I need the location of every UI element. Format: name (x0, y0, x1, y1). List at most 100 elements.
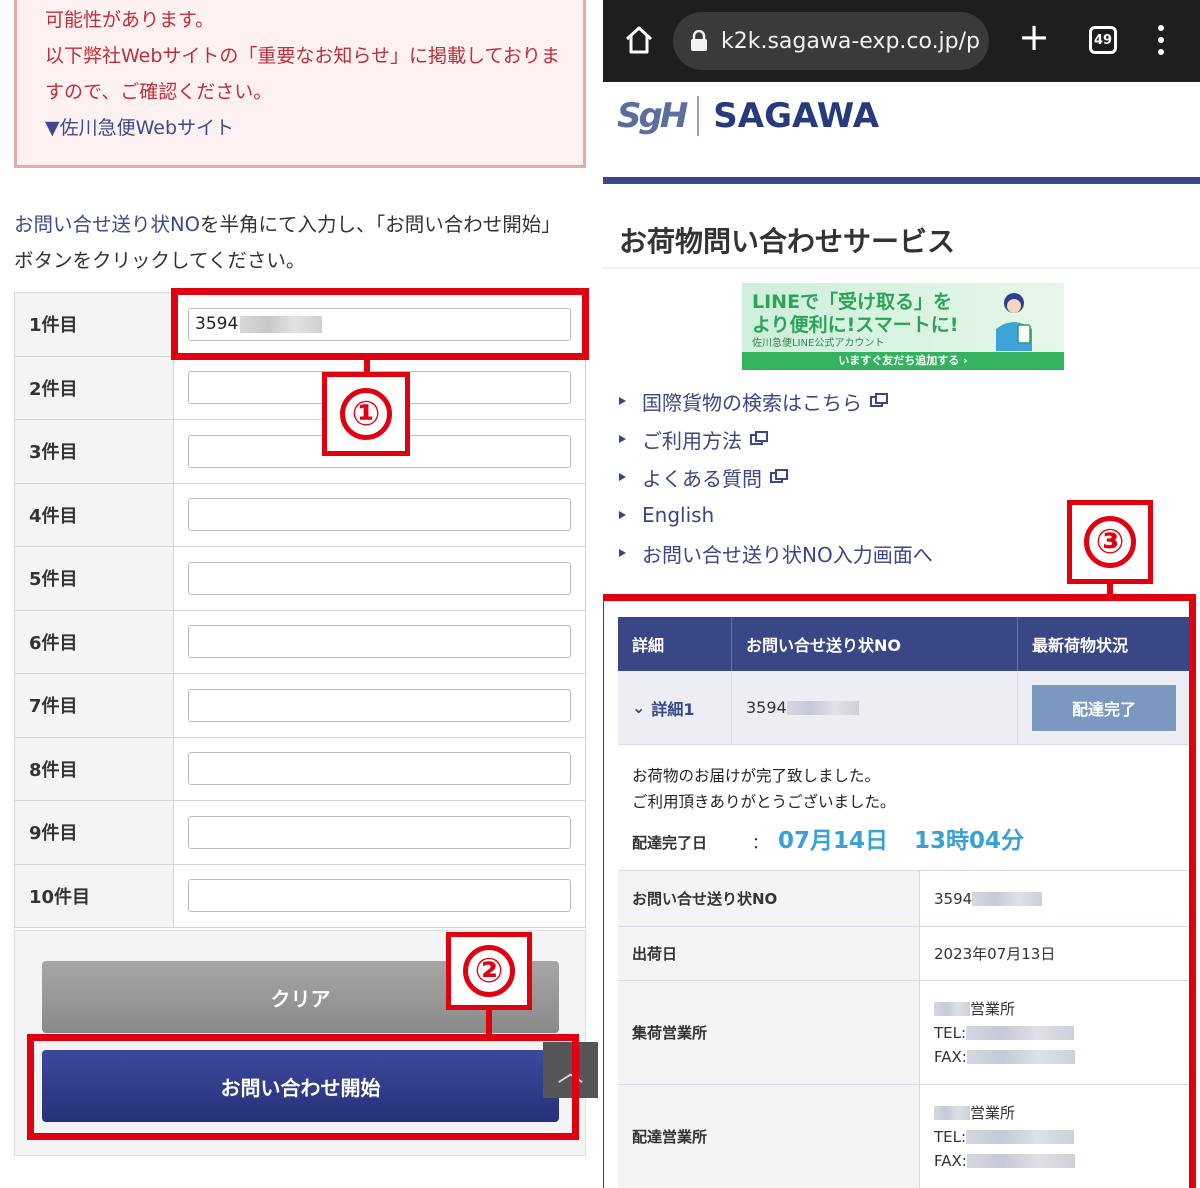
tab-switcher-icon[interactable]: 49 (1089, 26, 1117, 54)
browser-toolbar: k2k.sagawa-exp.co.jp/p. + 49 (603, 0, 1200, 82)
link-input-screen[interactable]: お問い合せ送り状NO入力画面へ (619, 534, 933, 572)
row-label: 5件目 (14, 547, 174, 610)
tab-count: 49 (1093, 32, 1113, 48)
notice-line-3: すので、ご確認ください。 (45, 81, 273, 103)
delivery-office-name: 営業所 (970, 1103, 1016, 1122)
callout-3-number: ③ (1084, 516, 1136, 568)
info-key: 集荷営業所 (618, 981, 920, 1084)
ship-date-value: 2023年07月13日 (934, 944, 1056, 963)
form-row: 5件目 (14, 547, 586, 611)
logo-divider (697, 96, 700, 136)
redacted-digits (240, 315, 323, 333)
fax-label: FAX: (934, 1047, 967, 1066)
info-row-ship-date: 出荷日 2023年07月13日 (618, 927, 1189, 981)
info-key: お問い合せ送り状NO (618, 871, 920, 926)
link-faq[interactable]: よくある質問 (619, 458, 933, 496)
sagawa-website-link[interactable]: ▼佐川急便Webサイト (45, 113, 234, 140)
line-promo-banner[interactable]: LINEで「受け取る」を より便利に!スマートに! 佐川急便LINE公式アカウン… (742, 283, 1064, 370)
row-label: 7件目 (14, 674, 174, 737)
scroll-to-top-button[interactable]: ︿ (543, 1042, 598, 1098)
tracking-result-table: 詳細 お問い合せ送り状NO 最新荷物状況 ⌄ 詳細1 3594 配達完了 お荷物の… (618, 617, 1189, 1188)
sagawa-logo-text: SAGAWA (713, 96, 880, 136)
bullet-triangle-icon (619, 473, 626, 481)
link-international-cargo[interactable]: 国際貨物の検索はこちら (619, 382, 933, 420)
info-value: 2023年07月13日 (920, 927, 1189, 980)
instruction-rest: を半角にて入力し、「お問い合わせ開始」 (199, 213, 561, 236)
tracking-input-10[interactable] (188, 879, 571, 913)
message-line-2: ご利用頂きありがとうございました。 (632, 793, 896, 811)
tracking-input-1[interactable]: 3594 (188, 307, 571, 341)
tracking-input-9[interactable] (188, 815, 571, 849)
info-row-delivery-office: 配達営業所 営業所 TEL: FAX: (618, 1085, 1189, 1188)
lock-icon (691, 30, 707, 51)
title-divider (603, 267, 1200, 269)
tracking-no-value: 3594 (746, 698, 787, 717)
redacted-digits (786, 700, 859, 715)
form-row: 9件目 (14, 801, 586, 865)
external-link-icon (770, 468, 788, 483)
header-detail: 詳細 (618, 617, 732, 671)
info-row-tracking: お問い合せ送り状NO 3594 (618, 871, 1189, 927)
link-label: English (642, 503, 715, 527)
tracking-input-7[interactable] (188, 688, 571, 722)
banner-line-3: 佐川急便LINE公式アカウント (752, 338, 885, 349)
notice-line-2: 以下弊社Webサイトの「重要なお知らせ」に掲載しておりま (45, 45, 560, 67)
fax-label: FAX: (934, 1151, 967, 1170)
header-tracking-no: お問い合せ送り状NO (732, 617, 1018, 671)
right-panel: k2k.sagawa-exp.co.jp/p. + 49 SgH SAGAWA … (603, 0, 1200, 1188)
status-cell: 配達完了 (1018, 671, 1189, 744)
page-title: お荷物問い合わせサービス (619, 225, 956, 258)
row-label: 9件目 (14, 801, 174, 864)
chevron-down-icon[interactable]: ⌄ (632, 698, 645, 717)
link-label: ご利用方法 (642, 428, 742, 453)
redacted-tel (966, 1130, 1075, 1144)
tracking-input-5[interactable] (188, 561, 571, 595)
pickup-office-name: 営業所 (970, 999, 1016, 1018)
info-row-pickup-office: 集荷営業所 営業所 TEL: FAX: (618, 981, 1189, 1085)
redacted-name (934, 1002, 970, 1016)
tracking-no-cell: 3594 (732, 671, 1018, 744)
form-row: 7件目 (14, 674, 586, 738)
sgh-logo-mark: SgH (617, 96, 688, 136)
link-how-to-use[interactable]: ご利用方法 (619, 420, 933, 458)
bullet-triangle-icon (619, 435, 626, 443)
row-label: 1件目 (14, 293, 174, 356)
delivery-complete-message: お荷物のお届けが完了致しました。 ご利用頂きありがとうございました。 配達完了日… (618, 745, 1189, 871)
bullet-triangle-icon (619, 511, 626, 519)
sagawa-logo[interactable]: SgH SAGAWA (617, 88, 879, 144)
tracking-input-1-value: 3594 (195, 314, 239, 335)
tracking-input-4[interactable] (188, 498, 571, 532)
row-label: 6件目 (14, 610, 174, 673)
notice-line-1: 可能性があります。 (45, 9, 215, 31)
row-label: 10件目 (14, 864, 174, 927)
service-links: 国際貨物の検索はこちら ご利用方法 よくある質問 English お問い合せ送り… (619, 382, 933, 572)
address-bar[interactable]: k2k.sagawa-exp.co.jp/p. (673, 12, 989, 70)
link-label: お問い合せ送り状NO入力画面へ (642, 542, 933, 567)
result-row: ⌄ 詳細1 3594 配達完了 (618, 671, 1189, 745)
banner-line-2: より便利に!スマートに! (752, 314, 959, 336)
form-row: 4件目 (14, 483, 586, 547)
start-inquiry-button[interactable]: お問い合わせ開始 (42, 1050, 559, 1122)
row-label: 4件目 (14, 483, 174, 546)
tracking-value: 3594 (934, 889, 973, 908)
tracking-input-6[interactable] (188, 625, 571, 659)
bullet-triangle-icon (619, 397, 626, 405)
callout-1-number: ① (340, 388, 392, 440)
home-icon[interactable] (623, 24, 655, 56)
result-table-header: 詳細 お問い合せ送り状NO 最新荷物状況 (618, 617, 1189, 671)
detail-toggle-link[interactable]: 詳細1 (651, 696, 694, 720)
form-row: 6件目 (14, 610, 586, 674)
instruction-highlight: お問い合せ送り状NO (14, 213, 200, 236)
info-key: 出荷日 (618, 927, 920, 980)
info-key: 配達営業所 (618, 1085, 920, 1188)
form-row: 8件目 (14, 737, 586, 801)
tracking-input-8[interactable] (188, 752, 571, 786)
bullet-triangle-icon (619, 549, 626, 557)
redacted-name (934, 1106, 970, 1120)
new-tab-icon[interactable]: + (1017, 18, 1051, 56)
form-row: 1件目 3594 (14, 293, 586, 357)
link-english[interactable]: English (619, 496, 933, 534)
redacted-fax (966, 1154, 1075, 1168)
instruction-line-1: お問い合せ送り状NOを半角にて入力し、「お問い合わせ開始」 (14, 208, 561, 237)
more-menu-icon[interactable] (1151, 22, 1171, 60)
